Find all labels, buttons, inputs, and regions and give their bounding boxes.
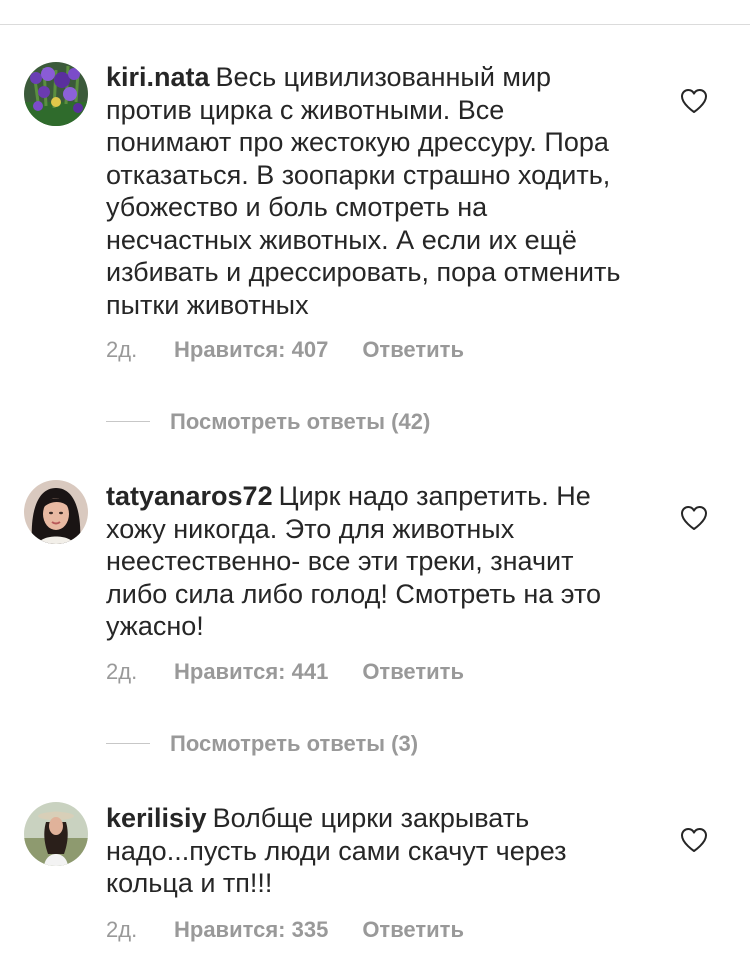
likes-count[interactable]: Нравится: 441 — [174, 659, 328, 685]
avatar[interactable] — [24, 480, 88, 544]
avatar[interactable] — [24, 62, 88, 126]
view-replies-button[interactable]: Посмотреть ответы (3) — [106, 731, 418, 757]
replies-line — [106, 420, 150, 422]
comment-meta: 2д. Нравится: 407 Ответить — [106, 337, 464, 363]
top-divider — [0, 24, 750, 25]
comment-time: 2д. — [106, 917, 138, 942]
comment-meta: 2д. Нравится: 335 Ответить — [106, 917, 464, 943]
heart-outline-icon[interactable] — [680, 88, 708, 114]
avatar[interactable] — [24, 802, 88, 866]
view-replies-button[interactable]: Посмотреть ответы (42) — [106, 409, 430, 435]
comment-username[interactable]: kiri.nata — [106, 62, 210, 92]
comment-username[interactable]: tatyanaros72 — [106, 481, 273, 511]
comment-time: 2д. — [106, 337, 138, 362]
heart-outline-icon[interactable] — [680, 827, 708, 853]
comment-meta: 2д. Нравится: 441 Ответить — [106, 659, 464, 685]
replies-line — [106, 742, 150, 744]
comment-username[interactable]: kerilisiy — [106, 803, 207, 833]
heart-outline-icon[interactable] — [680, 505, 708, 531]
comment-text: Весь цивилизованный мир против цирка с ж… — [106, 62, 621, 320]
comment-time: 2д. — [106, 659, 138, 684]
likes-count[interactable]: Нравится: 335 — [174, 917, 328, 943]
reply-button[interactable]: Ответить — [362, 659, 464, 685]
reply-button[interactable]: Ответить — [362, 337, 464, 363]
reply-button[interactable]: Ответить — [362, 917, 464, 943]
likes-count[interactable]: Нравится: 407 — [174, 337, 328, 363]
view-replies-label: Посмотреть ответы (3) — [170, 731, 419, 756]
view-replies-label: Посмотреть ответы (42) — [170, 409, 431, 434]
